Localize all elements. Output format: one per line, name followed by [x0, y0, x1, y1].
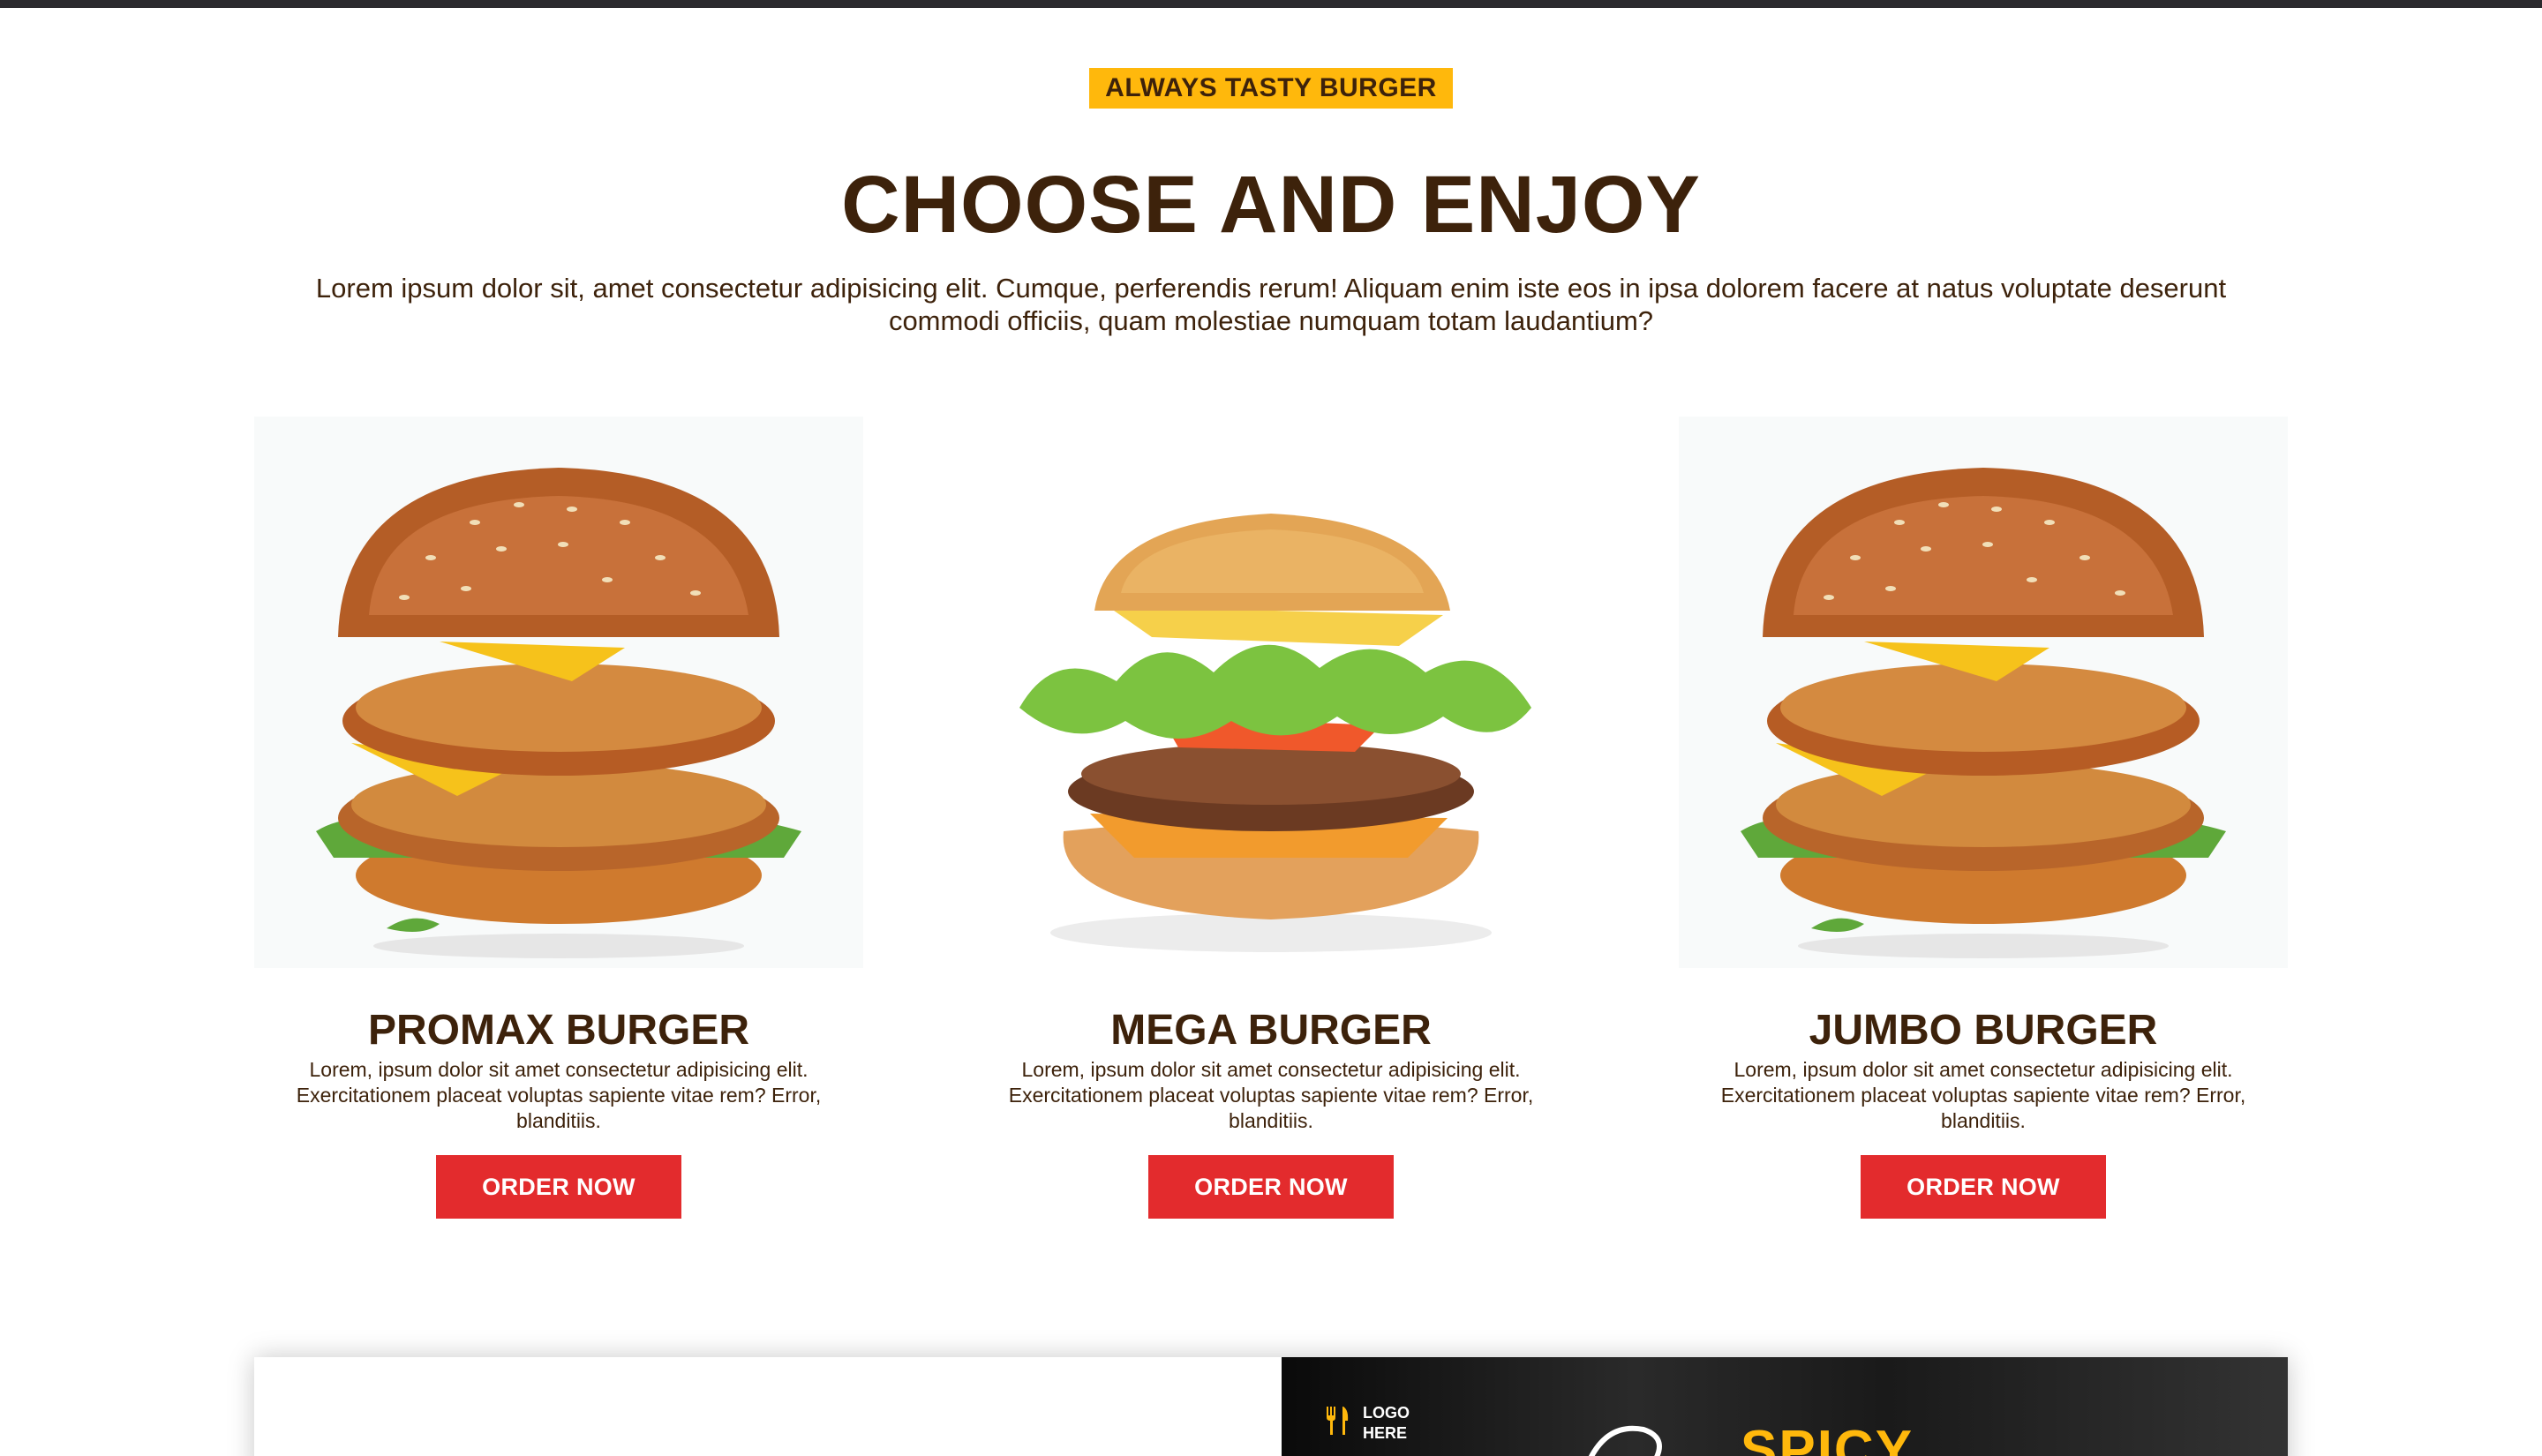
product-name: PROMAX BURGER	[367, 1007, 750, 1054]
logo-line-1: LOGO	[1363, 1404, 1410, 1422]
script-flourish-icon	[1588, 1425, 1662, 1456]
product-description: Lorem, ipsum dolor sit amet consectetur …	[1720, 1058, 2246, 1132]
banner-headline: SPICY	[1741, 1420, 1914, 1456]
section-title: CHOOSE AND ENJOY	[841, 160, 1701, 250]
fork-knife-icon	[1327, 1407, 1349, 1435]
promo-banner: LOGO HERE SPICY	[254, 1357, 2288, 1456]
product-card-mega: MEGA BURGER Lorem, ipsum dolor sit amet …	[966, 417, 1576, 1228]
product-name: MEGA BURGER	[1110, 1007, 1432, 1054]
product-card-promax: PROMAX BURGER Lorem, ipsum dolor sit ame…	[254, 417, 863, 1228]
logo-line-2: HERE	[1363, 1424, 1408, 1442]
crispy-chicken-burger-image	[1679, 417, 2288, 968]
promo-banner-image: LOGO HERE SPICY	[1282, 1357, 2288, 1456]
product-name: JUMBO BURGER	[1809, 1007, 2158, 1054]
logo-text: LOGO HERE	[1363, 1403, 1410, 1444]
product-description: Lorem, ipsum dolor sit amet consectetur …	[1008, 1058, 1534, 1132]
order-now-button[interactable]: ORDER NOW	[1861, 1155, 2106, 1219]
order-now-button[interactable]: ORDER NOW	[436, 1155, 681, 1219]
order-now-button[interactable]: ORDER NOW	[1148, 1155, 1394, 1219]
top-bar	[0, 0, 2542, 8]
product-card-jumbo: JUMBO BURGER Lorem, ipsum dolor sit amet…	[1679, 417, 2288, 1228]
section-lead: Lorem ipsum dolor sit, amet consectetur …	[315, 273, 2227, 336]
beef-lettuce-burger-image	[966, 417, 1576, 968]
product-description: Lorem, ipsum dolor sit amet consectetur …	[296, 1058, 822, 1132]
section-tag: ALWAYS TASTY BURGER	[1089, 68, 1453, 109]
crispy-chicken-burger-image	[254, 417, 863, 968]
